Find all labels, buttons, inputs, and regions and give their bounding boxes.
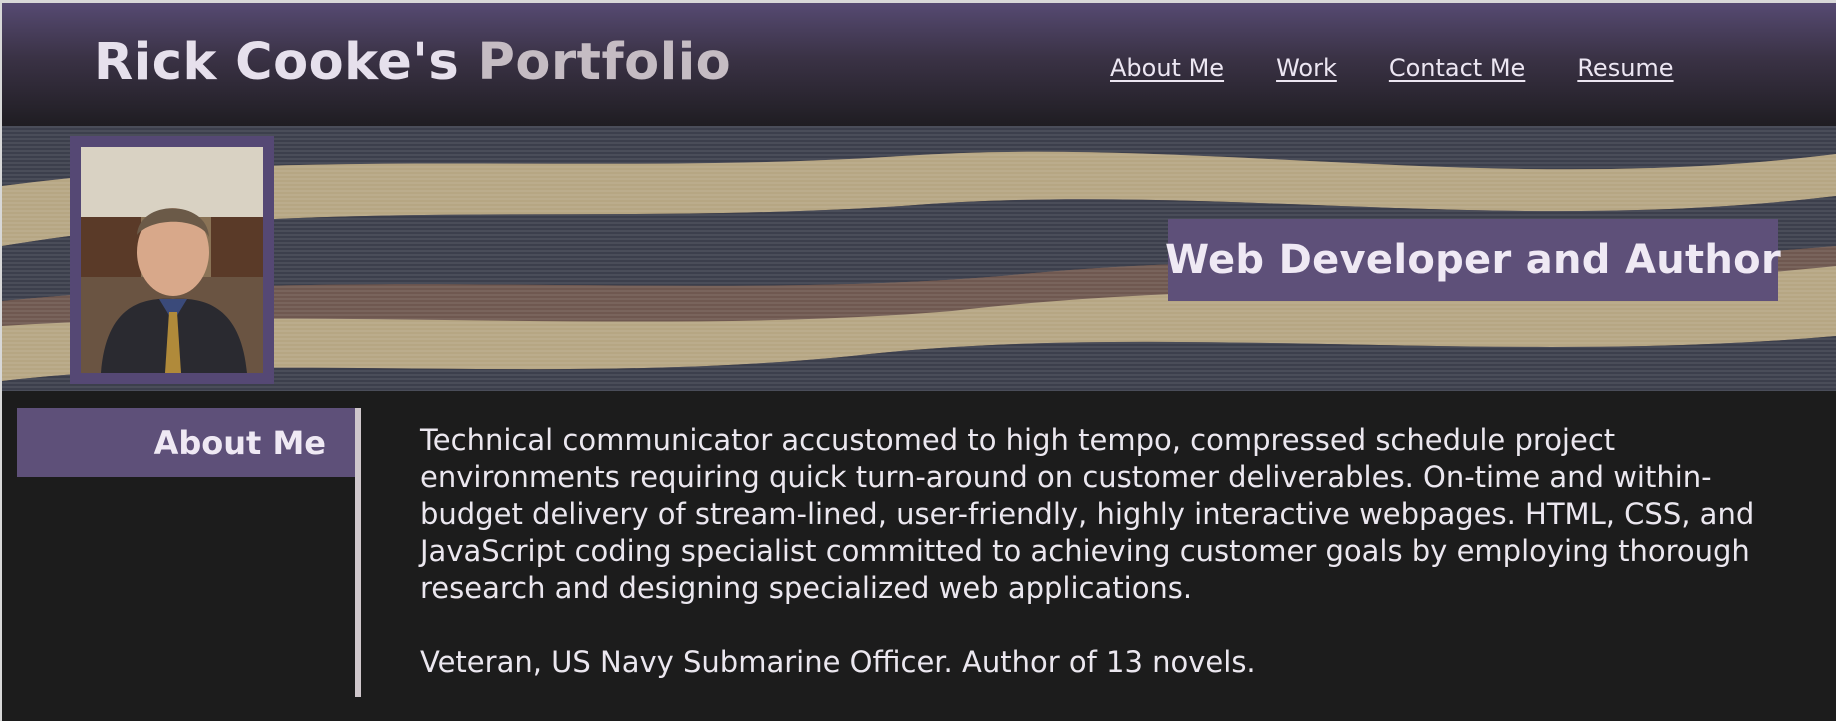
about-heading: About Me [153,423,326,462]
section-divider [355,408,361,697]
site-title-name: Rick Cooke's [94,33,460,92]
nav-link-resume[interactable]: Resume [1577,54,1673,82]
profile-photo [81,147,263,373]
nav-link-about-me[interactable]: About Me [1110,54,1224,82]
about-paragraph-summary: Technical communicator accustomed to hig… [420,423,1755,605]
site-title: Rick Cooke's Portfolio [94,33,731,92]
nav-link-contact-me[interactable]: Contact Me [1389,54,1525,82]
site-title-accent: Portfolio [477,33,732,92]
about-content: Technical communicator accustomed to hig… [420,422,1780,718]
page: Rick Cooke's Portfolio About Me Work Con… [0,0,1836,721]
tagline: Web Developer and Author [1165,237,1781,283]
profile-photo-frame [70,136,274,384]
about-heading-box: About Me [17,408,356,477]
main-nav: About Me Work Contact Me Resume [1110,54,1674,82]
site-header: Rick Cooke's Portfolio About Me Work Con… [2,3,1836,126]
tagline-box: Web Developer and Author [1165,219,1781,301]
nav-link-work[interactable]: Work [1276,54,1337,82]
portrait-illustration [81,147,263,373]
about-paragraph-veteran: Veteran, US Navy Submarine Officer. Auth… [420,645,1256,679]
